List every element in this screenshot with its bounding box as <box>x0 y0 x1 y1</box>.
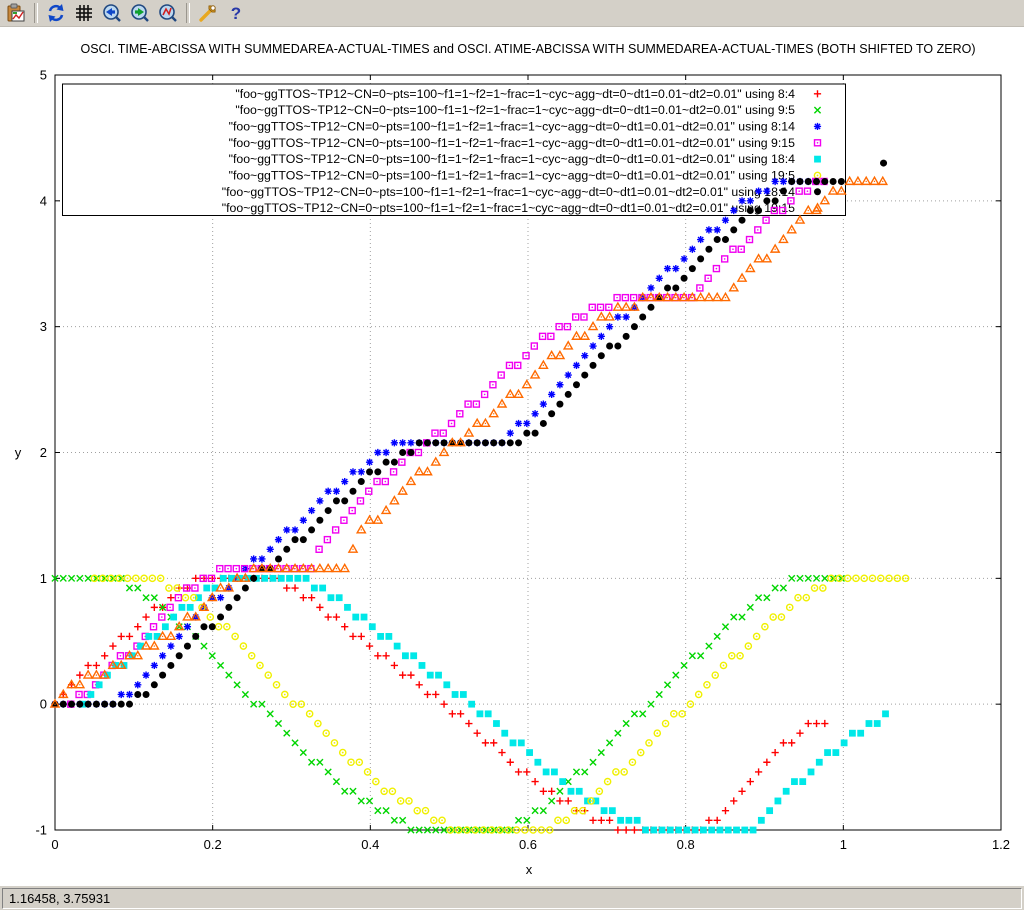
y-tick-label: 2 <box>40 445 47 460</box>
toolbar-separator <box>186 3 190 23</box>
autoscale-icon <box>158 3 178 23</box>
x-tick-label: 0.6 <box>519 837 537 852</box>
help-button[interactable]: ? <box>222 0 250 26</box>
legend-entry: "foo~ggTTOS~TP12~CN=0~pts=100~f1=1~f2=1~… <box>235 87 795 101</box>
y-axis-label: y <box>15 445 22 460</box>
x-tick-label: 0 <box>51 837 58 852</box>
x-axis-label: x <box>526 862 533 877</box>
autoscale-button[interactable] <box>154 0 182 26</box>
legend-entry: "foo~ggTTOS~TP12~CN=0~pts=100~f1=1~f2=1~… <box>229 152 796 166</box>
grid-icon <box>74 3 94 23</box>
toolbar: ? <box>0 0 1024 27</box>
clipboard-icon <box>6 3 26 23</box>
zoom-previous-icon <box>102 3 122 23</box>
x-tick-label: 1 <box>840 837 847 852</box>
legend-entry: "foo~ggTTOS~TP12~CN=0~pts=100~f1=1~f2=1~… <box>229 168 796 182</box>
y-tick-label: 5 <box>40 68 47 83</box>
y-tick-label: 4 <box>40 193 47 208</box>
chart-title: OSCI. TIME-ABCISSA WITH SUMMEDAREA-ACTUA… <box>80 42 975 56</box>
y-tick-label: -1 <box>35 823 47 838</box>
y-tick-label: 0 <box>40 697 47 712</box>
x-tick-label: 0.2 <box>204 837 222 852</box>
status-bar: 1.16458, 3.75931 <box>0 886 1024 910</box>
legend-entry: "foo~ggTTOS~TP12~CN=0~pts=100~f1=1~f2=1~… <box>229 119 796 133</box>
data-points <box>51 160 909 834</box>
y-tick-label: 1 <box>40 571 47 586</box>
plot-svg: "foo~ggTTOS~TP12~CN=0~pts=100~f1=1~f2=1~… <box>0 27 1024 886</box>
legend-entry: "foo~ggTTOS~TP12~CN=0~pts=100~f1=1~f2=1~… <box>222 201 795 215</box>
toggle-grid-button[interactable] <box>70 0 98 26</box>
coordinate-readout: 1.16458, 3.75931 <box>2 888 1022 909</box>
configure-button[interactable] <box>194 0 222 26</box>
copy-to-clipboard-button[interactable] <box>2 0 30 26</box>
svg-text:?: ? <box>231 4 241 23</box>
x-tick-label: 0.8 <box>677 837 695 852</box>
x-tick-label: 1.2 <box>992 837 1010 852</box>
x-tick-label: 0.4 <box>361 837 379 852</box>
zoom-next-button[interactable] <box>126 0 154 26</box>
zoom-next-icon <box>130 3 150 23</box>
plot-canvas[interactable]: "foo~ggTTOS~TP12~CN=0~pts=100~f1=1~f2=1~… <box>0 27 1024 886</box>
toolbar-separator <box>34 3 38 23</box>
replot-button[interactable] <box>42 0 70 26</box>
y-tick-label: 3 <box>40 319 47 334</box>
wrench-icon <box>198 3 218 23</box>
legend-entry: "foo~ggTTOS~TP12~CN=0~pts=100~f1=1~f2=1~… <box>229 136 796 150</box>
help-icon: ? <box>226 3 246 23</box>
zoom-previous-button[interactable] <box>98 0 126 26</box>
legend-entry: "foo~ggTTOS~TP12~CN=0~pts=100~f1=1~f2=1~… <box>235 103 795 117</box>
refresh-icon <box>46 3 66 23</box>
legend-entry: "foo~ggTTOS~TP12~CN=0~pts=100~f1=1~f2=1~… <box>222 185 795 199</box>
legend: "foo~ggTTOS~TP12~CN=0~pts=100~f1=1~f2=1~… <box>63 84 846 216</box>
gnuplot-window: { "toolbar": { "buttons": [ {"name": "co… <box>0 0 1024 910</box>
